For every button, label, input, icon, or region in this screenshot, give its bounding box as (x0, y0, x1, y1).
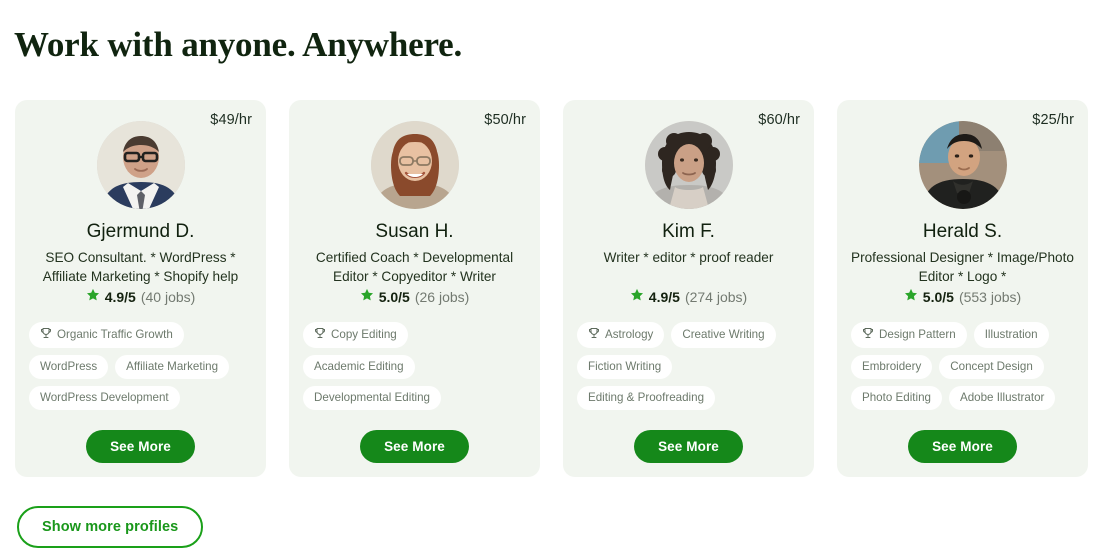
skill-tag[interactable]: WordPress (29, 355, 109, 379)
profile-card-list: $49/hr Gjermund D. SEO Consultant. * Word… (15, 100, 1088, 477)
trophy-icon (588, 327, 600, 343)
hourly-rate: $60/hr (758, 112, 800, 128)
see-more-row: See More (563, 412, 814, 463)
skill-tag-label: WordPress (40, 360, 98, 373)
avatar (96, 121, 185, 209)
profile-description: SEO Consultant. * WordPress * Affiliate … (42, 250, 239, 284)
profile-card[interactable]: $49/hr Gjermund D. SEO Consultant. * Word… (15, 100, 266, 477)
skill-tag-label: Adobe Illustrator (959, 391, 1045, 404)
star-icon (630, 288, 644, 306)
see-more-button[interactable]: See More (634, 430, 743, 463)
skill-tag-label: Concept Design (950, 360, 1033, 373)
profile-name: Herald S. (922, 221, 1003, 242)
profiles-page: Work with anyone. Anywhere. $49/hr Gjerm… (0, 0, 1099, 555)
skill-tag-label: Academic Editing (314, 360, 404, 373)
skill-tag[interactable]: Copy Editing (303, 322, 408, 348)
avatar (370, 121, 459, 209)
skill-tag[interactable]: Fiction Writing (577, 355, 673, 379)
skill-tag-label: Affiliate Marketing (126, 360, 219, 373)
skill-tag-list: Copy Editing Academic Editing Developmenta… (303, 322, 526, 410)
skill-tag[interactable]: Astrology (577, 322, 665, 348)
see-more-row: See More (289, 412, 540, 463)
skill-tag-label: Developmental Editing (314, 391, 431, 404)
star-icon (86, 288, 100, 306)
jobs-count: (26 jobs) (414, 289, 470, 305)
skill-tag-label: Astrology (605, 328, 654, 341)
profile-description: Professional Designer * Image/Photo Edit… (851, 250, 1074, 284)
profile-name: Kim F. (662, 221, 715, 242)
skill-tag[interactable]: Concept Design (939, 355, 1044, 379)
skill-tag-label: Design Pattern (879, 328, 956, 341)
trophy-icon (862, 327, 874, 343)
skill-tag[interactable]: Creative Writing (671, 322, 776, 348)
show-more-profiles-button[interactable]: Show more profiles (17, 506, 204, 548)
skill-tag-list: Organic Traffic Growth WordPress Affiliate… (29, 322, 252, 410)
profile-description: Certified Coach * Developmental Editor *… (315, 250, 514, 284)
skill-tag[interactable]: Editing & Proofreading (577, 386, 716, 410)
rating-value: 4.9/5 (104, 289, 136, 305)
rating: 4.9/5 (40 jobs) (86, 288, 196, 306)
jobs-count: (553 jobs) (958, 289, 1022, 305)
skill-tag[interactable]: Illustration (973, 322, 1049, 348)
skill-tag-label: Organic Traffic Growth (57, 328, 173, 341)
hourly-rate: $50/hr (484, 112, 526, 128)
skill-tag[interactable]: Developmental Editing (303, 386, 442, 410)
profile-card[interactable]: $25/hr Herald S. Professional Designer * … (837, 100, 1088, 477)
jobs-count: (274 jobs) (684, 289, 748, 305)
skill-tag-label: WordPress Development (40, 391, 169, 404)
hourly-rate: $25/hr (1032, 112, 1074, 128)
profile-card[interactable]: $50/hr Susan H. Certified Coach * Develop… (289, 100, 540, 477)
see-more-row: See More (15, 412, 266, 463)
rating: 5.0/5 (553 jobs) (904, 288, 1021, 306)
skill-tag-label: Illustration (984, 328, 1038, 341)
see-more-button[interactable]: See More (360, 430, 469, 463)
skill-tag-label: Copy Editing (331, 328, 397, 341)
skill-tag-label: Editing & Proofreading (588, 391, 705, 404)
skill-tag[interactable]: Academic Editing (303, 355, 415, 379)
skill-tag-list: Design Pattern Illustration Embroidery Conc… (851, 322, 1074, 410)
rating-value: 5.0/5 (378, 289, 410, 305)
skill-tag-label: Embroidery (862, 360, 922, 373)
profile-card[interactable]: $60/hr Kim F. Writer * editor * proof rea… (563, 100, 814, 477)
trophy-icon (314, 327, 326, 343)
skill-tag[interactable]: Design Pattern (851, 322, 967, 348)
skill-tag-label: Creative Writing (682, 328, 765, 341)
see-more-button[interactable]: See More (86, 430, 195, 463)
profile-name: Susan H. (375, 221, 454, 242)
star-icon (904, 288, 918, 306)
rating: 5.0/5 (26 jobs) (360, 288, 470, 306)
skill-tag[interactable]: WordPress Development (29, 386, 180, 410)
avatar (644, 121, 733, 209)
rating: 4.9/5 (274 jobs) (630, 288, 747, 306)
see-more-button[interactable]: See More (908, 430, 1017, 463)
profile-description: Writer * editor * proof reader (603, 250, 774, 265)
rating-value: 4.9/5 (648, 289, 680, 305)
rating-value: 5.0/5 (922, 289, 954, 305)
skill-tag[interactable]: Adobe Illustrator (948, 386, 1056, 410)
see-more-row: See More (837, 412, 1088, 463)
star-icon (360, 288, 374, 306)
page-title: Work with anyone. Anywhere. (14, 25, 463, 65)
skill-tag[interactable]: Embroidery (851, 355, 933, 379)
skill-tag-label: Fiction Writing (588, 360, 662, 373)
skill-tag[interactable]: Affiliate Marketing (115, 355, 230, 379)
skill-tag[interactable]: Organic Traffic Growth (29, 322, 184, 348)
trophy-icon (40, 327, 52, 343)
avatar (918, 121, 1007, 209)
skill-tag-list: Astrology Creative Writing Fiction Writing… (577, 322, 800, 410)
jobs-count: (40 jobs) (140, 289, 196, 305)
profile-name: Gjermund D. (86, 221, 195, 242)
skill-tag-label: Photo Editing (862, 391, 931, 404)
hourly-rate: $49/hr (210, 112, 252, 128)
skill-tag[interactable]: Photo Editing (851, 386, 942, 410)
